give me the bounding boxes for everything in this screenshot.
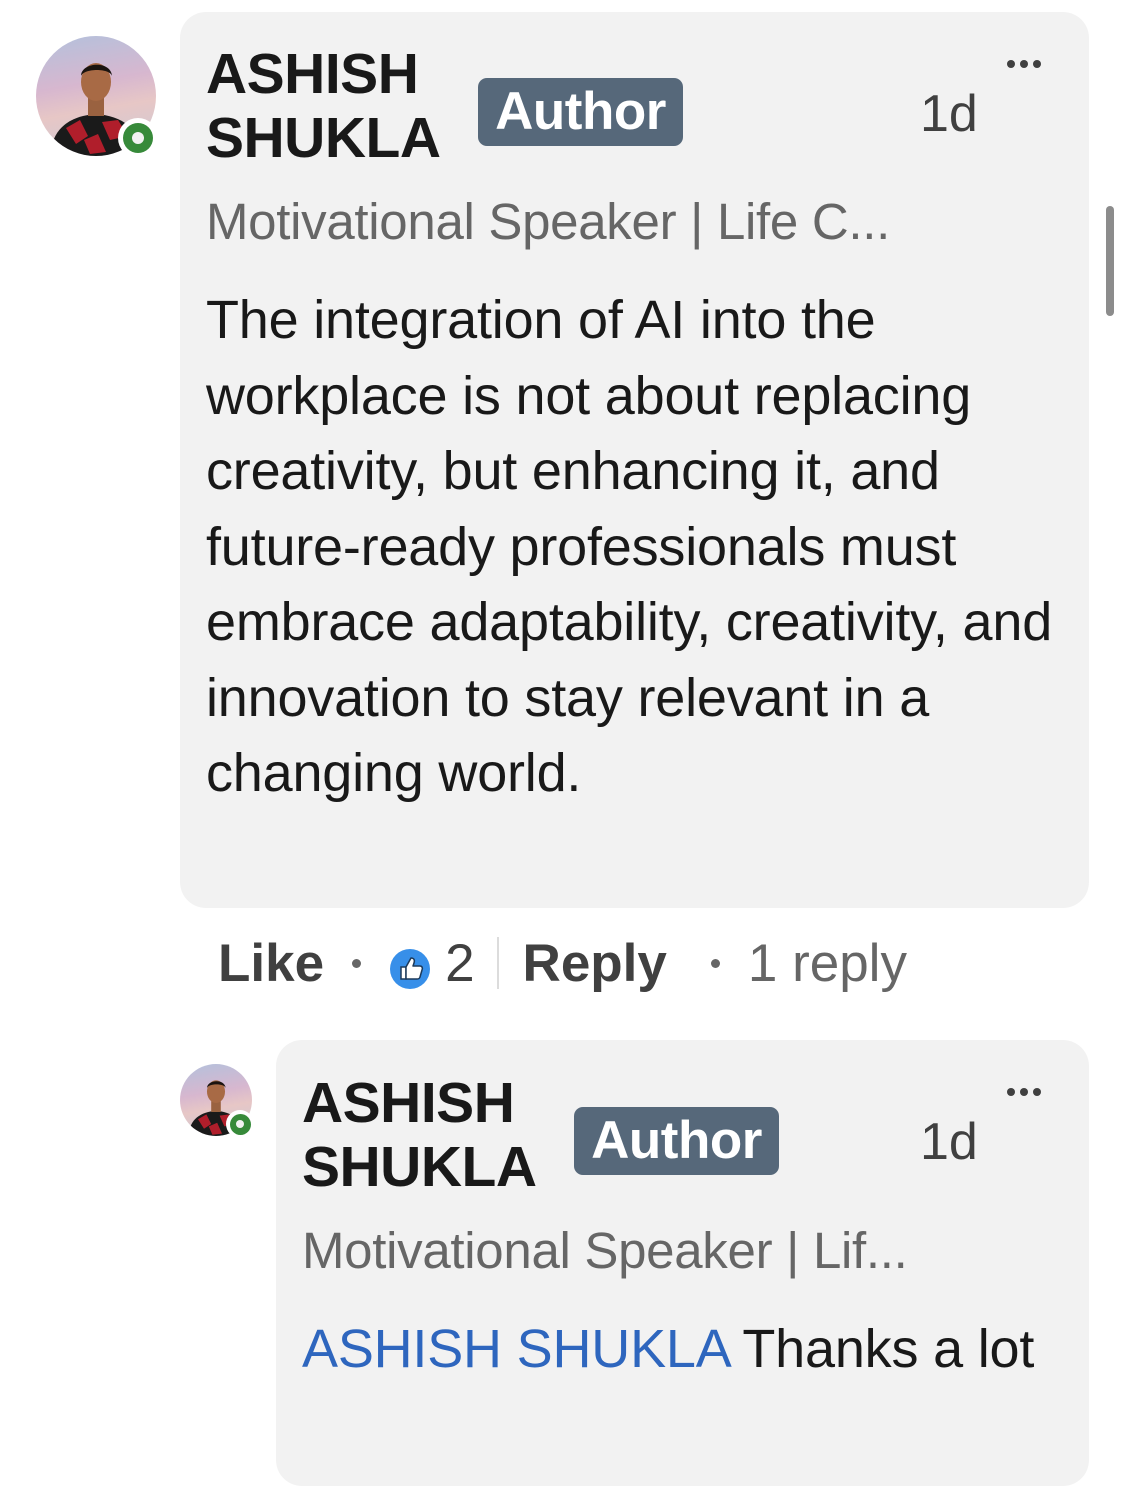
more-horizontal-icon xyxy=(1007,1088,1015,1096)
online-status-icon xyxy=(226,1110,254,1138)
scrollbar[interactable] xyxy=(1106,206,1114,316)
reply-message: Thanks a lot xyxy=(728,1319,1035,1379)
author-name-line1: ASHISH xyxy=(302,1071,515,1135)
more-options-button[interactable] xyxy=(1007,1088,1041,1096)
more-horizontal-icon xyxy=(1007,60,1015,68)
author-name-line1: ASHISH xyxy=(206,42,419,106)
author-name-line2: SHUKLA xyxy=(302,1135,537,1200)
more-options-button[interactable] xyxy=(1007,60,1041,68)
online-status-icon xyxy=(118,118,158,158)
comment-author-name[interactable]: ASHISH SHUKLA xyxy=(206,42,441,171)
like-button[interactable]: Like xyxy=(218,933,324,994)
author-name-line2: SHUKLA xyxy=(206,106,441,171)
author-badge: Author xyxy=(478,78,683,146)
separator-dot xyxy=(352,958,362,968)
reply-text: ASHISH SHUKLA Thanks a lot xyxy=(302,1312,1062,1388)
separator-dot xyxy=(710,958,720,968)
divider xyxy=(496,937,499,989)
reply-timestamp: 1d xyxy=(920,1113,978,1171)
comment-text: The integration of AI into the workplace… xyxy=(206,290,1053,803)
comment-timestamp: 1d xyxy=(920,85,978,143)
like-thumb-icon[interactable] xyxy=(389,942,431,989)
reply-author-name[interactable]: ASHISH SHUKLA xyxy=(302,1071,537,1200)
mention-link[interactable]: ASHISH SHUKLA xyxy=(302,1319,729,1379)
reply-button[interactable]: Reply xyxy=(523,933,667,994)
author-badge: Author xyxy=(574,1107,779,1175)
author-headline: Motivational Speaker | Life C... xyxy=(206,193,890,250)
reaction-count[interactable]: 2 xyxy=(445,933,474,994)
reply-count-link[interactable]: 1 reply xyxy=(748,933,907,994)
author-headline: Motivational Speaker | Lif... xyxy=(302,1222,908,1279)
comment-actions: Like 2 Reply 1 reply xyxy=(218,928,907,998)
